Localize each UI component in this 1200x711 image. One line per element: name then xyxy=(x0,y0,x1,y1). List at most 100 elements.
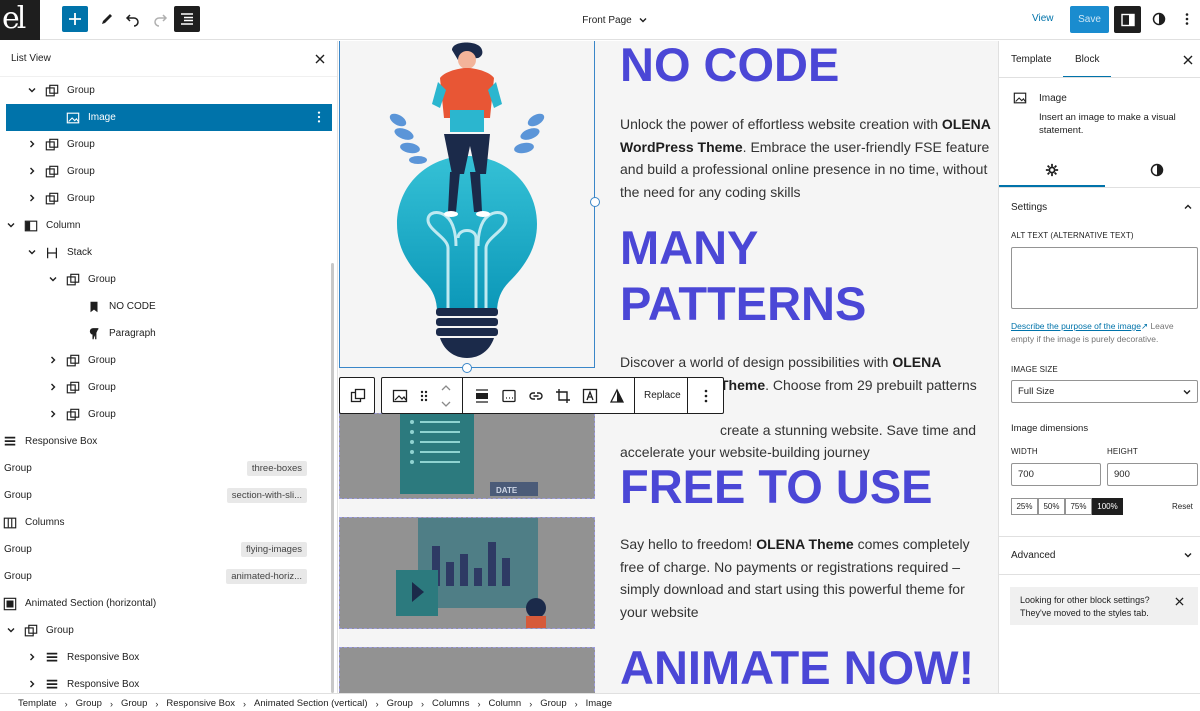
list-view-item[interactable]: Stack xyxy=(6,239,332,266)
heading-patterns[interactable]: PATTERNS xyxy=(620,275,866,333)
redo-button[interactable] xyxy=(147,6,173,32)
width-input[interactable]: 700 xyxy=(1011,463,1101,486)
chevron-right-icon[interactable] xyxy=(27,193,37,203)
alt-text-help-link[interactable]: Describe the purpose of the image xyxy=(1011,321,1141,331)
scale-25-button[interactable]: 25% xyxy=(1011,498,1038,515)
image-size-select[interactable]: Full Size xyxy=(1011,380,1198,403)
list-view-item[interactable]: Group xyxy=(6,617,332,644)
list-view-item[interactable]: Group animated-horiz... xyxy=(4,563,332,590)
image-tile-partial[interactable] xyxy=(339,647,595,693)
drag-handle-icon[interactable] xyxy=(416,388,432,404)
list-view-item[interactable]: Column xyxy=(6,212,332,239)
resize-handle-right[interactable] xyxy=(590,197,600,207)
site-logo[interactable]: el xyxy=(0,0,40,40)
chevron-right-icon[interactable] xyxy=(48,355,58,365)
heading-animate-now[interactable]: ANIMATE NOW! xyxy=(620,639,974,693)
chevron-down-icon[interactable] xyxy=(1183,550,1193,560)
resize-handle-bottom[interactable] xyxy=(462,363,472,373)
chevron-right-icon[interactable] xyxy=(48,409,58,419)
list-view-item[interactable]: NO CODE xyxy=(6,293,332,320)
list-view-item[interactable]: Group xyxy=(6,185,332,212)
contrast-icon[interactable] xyxy=(1150,163,1164,177)
close-icon[interactable] xyxy=(315,54,325,64)
settings-sidebar-toggle[interactable] xyxy=(1114,6,1141,33)
align-icon[interactable] xyxy=(474,388,490,404)
undo-button[interactable] xyxy=(120,6,146,32)
list-view-item[interactable]: Group xyxy=(6,131,332,158)
chevron-down-icon[interactable] xyxy=(48,274,58,284)
chevron-down-icon[interactable] xyxy=(6,625,16,635)
chevron-down-icon[interactable] xyxy=(6,220,16,230)
heading-many[interactable]: MANY xyxy=(620,219,758,277)
image-icon[interactable] xyxy=(392,388,408,404)
more-vertical-icon[interactable] xyxy=(312,110,326,124)
list-view-item[interactable]: Image xyxy=(6,104,332,131)
scale-75-button[interactable]: 75% xyxy=(1065,498,1092,515)
list-view-item[interactable]: Animated Section (horizontal) xyxy=(3,590,332,617)
list-view-item[interactable]: Responsive Box xyxy=(4,428,332,455)
paragraph-no-code[interactable]: Unlock the power of effortless website c… xyxy=(620,113,992,203)
breadcrumb-item[interactable]: Group xyxy=(387,698,413,709)
breadcrumb-item[interactable]: Responsive Box xyxy=(166,698,235,709)
breadcrumb-item[interactable]: Column xyxy=(488,698,521,709)
settings-panel-title[interactable]: Settings xyxy=(1011,202,1047,213)
chevron-right-icon[interactable] xyxy=(27,139,37,149)
chevron-right-icon[interactable] xyxy=(27,652,37,662)
heading-no-code[interactable]: NO CODE xyxy=(620,41,839,94)
move-up-down-icon[interactable] xyxy=(438,382,454,410)
options-button[interactable] xyxy=(1174,6,1200,32)
tab-template[interactable]: Template xyxy=(1011,41,1052,77)
text-overlay-icon[interactable] xyxy=(582,388,598,404)
list-view-item[interactable]: Group section-with-sli... xyxy=(4,482,332,509)
breadcrumb-item[interactable]: Group xyxy=(121,698,147,709)
duotone-icon[interactable] xyxy=(501,388,517,404)
breadcrumb-item[interactable]: Animated Section (vertical) xyxy=(254,698,368,709)
list-view-item[interactable]: Group xyxy=(6,401,332,428)
list-view-item[interactable]: Group xyxy=(6,158,332,185)
advanced-panel-title[interactable]: Advanced xyxy=(1011,550,1055,561)
more-vertical-icon[interactable] xyxy=(698,388,714,404)
save-button[interactable]: Save xyxy=(1070,6,1109,33)
chevron-right-icon[interactable] xyxy=(27,166,37,176)
document-overview-button[interactable] xyxy=(174,6,200,32)
paragraph-free[interactable]: Say hello to freedom! OLENA Theme comes … xyxy=(620,533,992,623)
list-view-scrollbar[interactable] xyxy=(331,263,334,693)
list-view-item[interactable]: Responsive Box xyxy=(6,671,332,693)
chevron-down-icon[interactable] xyxy=(27,247,37,257)
replace-button[interactable]: Replace xyxy=(644,390,681,401)
list-view-item[interactable]: Group three-boxes xyxy=(4,455,332,482)
group-icon[interactable] xyxy=(350,388,366,404)
height-input[interactable]: 900 xyxy=(1107,463,1198,486)
chevron-down-icon[interactable] xyxy=(27,85,37,95)
list-view-item[interactable]: Group xyxy=(6,266,332,293)
breadcrumb-item[interactable]: Columns xyxy=(432,698,470,709)
chevron-up-icon[interactable] xyxy=(1183,202,1193,212)
chevron-right-icon[interactable] xyxy=(48,382,58,392)
image-tile-chart[interactable] xyxy=(339,517,595,629)
list-view-item[interactable]: Columns xyxy=(3,509,332,536)
view-button[interactable]: View xyxy=(1032,13,1054,24)
document-title[interactable]: Front Page xyxy=(560,0,670,40)
styles-button[interactable] xyxy=(1146,6,1172,32)
alt-text-field[interactable] xyxy=(1011,247,1198,309)
list-view-item[interactable]: Responsive Box xyxy=(6,644,332,671)
list-view-item[interactable]: Paragraph xyxy=(6,320,332,347)
link-icon[interactable] xyxy=(528,388,544,404)
list-view-item[interactable]: Group xyxy=(6,77,332,104)
crop-icon[interactable] xyxy=(555,388,571,404)
list-view-item[interactable]: Group xyxy=(6,347,332,374)
chevron-right-icon[interactable] xyxy=(27,679,37,689)
add-block-button[interactable] xyxy=(62,6,88,32)
reset-button[interactable]: Reset xyxy=(1172,502,1193,511)
edit-tool-button[interactable] xyxy=(94,6,120,32)
breadcrumb-item[interactable]: Template xyxy=(18,698,57,709)
scale-50-button[interactable]: 50% xyxy=(1038,498,1065,515)
breadcrumb-item[interactable]: Group xyxy=(76,698,102,709)
close-icon[interactable] xyxy=(1175,597,1184,606)
triangle-icon[interactable] xyxy=(609,388,625,404)
tab-block[interactable]: Block xyxy=(1075,41,1099,77)
gear-icon[interactable] xyxy=(1045,163,1059,177)
selected-image-block[interactable] xyxy=(339,41,595,368)
list-view-item[interactable]: Group xyxy=(6,374,332,401)
image-tile-checklist[interactable]: DATE xyxy=(339,413,595,499)
